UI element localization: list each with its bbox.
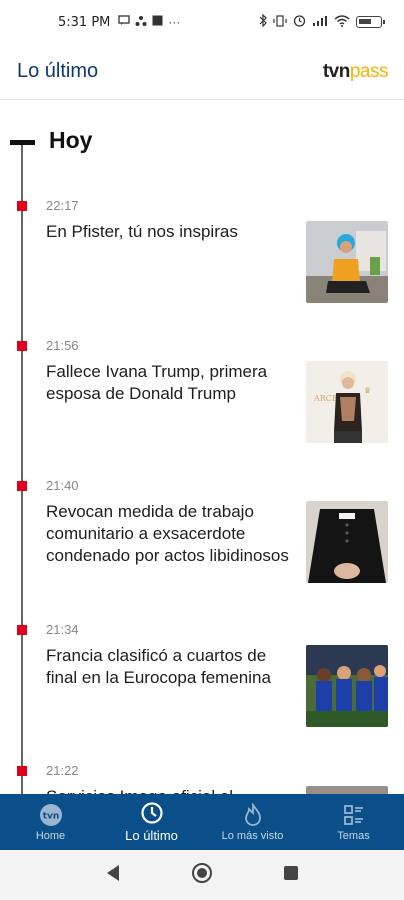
tvn-circle-icon: tvn: [39, 803, 63, 827]
ivana-trump-image[interactable]: ARCE ♛: [306, 361, 388, 443]
news-headline[interactable]: En Pfister, tú nos inspiras: [46, 221, 292, 243]
flame-icon: [241, 802, 265, 827]
section-title: Hoy: [49, 127, 93, 153]
home-circle-icon[interactable]: [191, 862, 213, 889]
back-icon[interactable]: [105, 864, 121, 887]
timeline-dot: [17, 201, 27, 211]
nav-home[interactable]: tvn Home: [0, 794, 101, 850]
signal-icon: [312, 15, 328, 30]
status-time: 5:31 PM: [58, 14, 111, 30]
logo-tvn-text: tvn: [322, 60, 351, 82]
app-bar: Lo último tvn pass: [0, 44, 404, 100]
news-time: 21:56: [46, 338, 79, 353]
tvnpass-logo[interactable]: tvn pass: [322, 60, 389, 83]
section-marker: [10, 140, 35, 145]
news-time: 21:34: [46, 622, 79, 637]
news-item[interactable]: 21:34 Francia clasificó a cuartos de fin…: [0, 622, 404, 727]
nav-lo-mas-visto[interactable]: Lo más visto: [202, 794, 303, 850]
nav-lo-ultimo[interactable]: Lo último: [101, 794, 202, 850]
news-time: 21:40: [46, 478, 79, 493]
status-left-icons: ···: [118, 15, 180, 30]
nav-label: Lo más visto: [221, 829, 284, 842]
france-team-image[interactable]: [306, 645, 388, 727]
nav-label: Home: [35, 829, 66, 842]
share-icon: [135, 15, 147, 30]
news-item[interactable]: 22:17 En Pfister, tú nos inspiras: [0, 198, 404, 303]
news-item[interactable]: 21:40 Revocan medida de trabajo comunita…: [0, 478, 404, 583]
news-headline[interactable]: Fallece Ivana Trump, primera esposa de D…: [46, 361, 292, 405]
svg-text:tvn: tvn: [42, 811, 59, 821]
vibrate-icon: [273, 14, 287, 30]
timeline-dot: [17, 625, 27, 635]
alarm-icon: [293, 14, 306, 30]
more-dots-icon: ···: [168, 15, 181, 29]
message-icon: [118, 15, 131, 29]
battery-fill: [359, 19, 371, 24]
bottom-nav: tvn Home Lo último Lo más visto Temas: [0, 794, 404, 850]
news-time: 21:22: [46, 763, 79, 778]
news-time: 22:17: [46, 198, 79, 213]
recents-square-icon[interactable]: [283, 865, 299, 886]
status-right-icons: [259, 13, 385, 30]
nav-label: Temas: [337, 829, 370, 842]
svg-text:♛: ♛: [364, 386, 371, 395]
grid-list-icon: [342, 803, 366, 827]
timeline-dot: [17, 341, 27, 351]
priest-collar-image[interactable]: [306, 501, 388, 583]
battery-icon: [356, 16, 385, 28]
nav-temas[interactable]: Temas: [303, 794, 404, 850]
logo-pass-text: pass: [349, 60, 389, 82]
news-headline[interactable]: Revocan medida de trabajo comunitario a …: [46, 501, 292, 567]
svg-text:ARCE: ARCE: [313, 394, 338, 403]
timeline-dot: [17, 481, 27, 491]
wifi-icon: [334, 14, 350, 30]
news-headline[interactable]: Francia clasificó a cuartos de final en …: [46, 645, 292, 689]
nav-label: Lo último: [125, 828, 178, 843]
status-bar: 5:31 PM ···: [0, 0, 404, 44]
page-title: Lo último: [17, 60, 99, 82]
news-item[interactable]: 21:56 Fallece Ivana Trump, primera espos…: [0, 338, 404, 443]
clock-icon: [140, 801, 164, 825]
square-icon: [152, 15, 163, 29]
timeline-dot: [17, 766, 27, 776]
woman-sitting-image[interactable]: [306, 221, 388, 303]
system-nav-bar: [0, 850, 404, 900]
bluetooth-icon: [259, 13, 267, 30]
